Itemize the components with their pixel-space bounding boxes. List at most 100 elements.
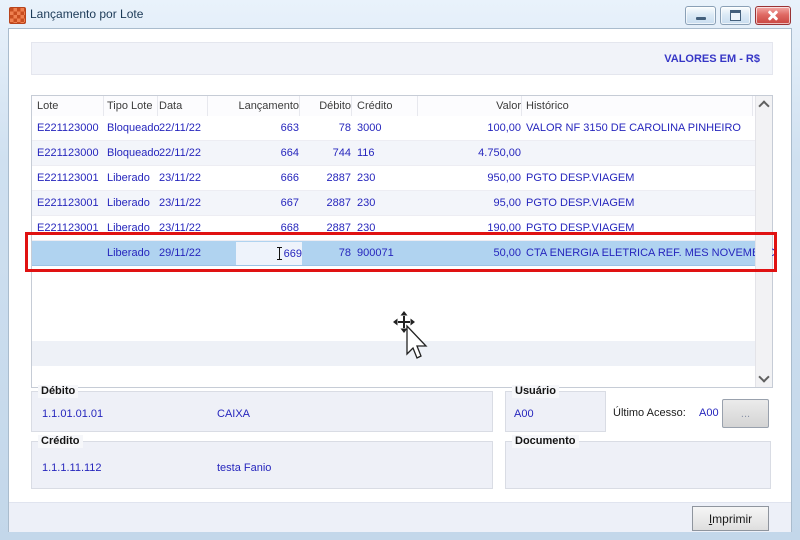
cell-debito: 744 [332, 147, 351, 159]
table-row[interactable]: E221123001 Liberado 23/11/22 666 2887 230 950,… [32, 166, 755, 191]
cell-valor: 190,00 [487, 222, 521, 234]
lancamento-edit-cell[interactable]: 669 [236, 242, 302, 265]
table-row[interactable]: E221123001 Liberado 23/11/22 668 2887 230 190,… [32, 216, 755, 241]
cell-data: 23/11/22 [159, 222, 202, 234]
cell-lote: E221123001 [37, 172, 99, 184]
column-header-tipo-lote[interactable]: Tipo Lote [107, 96, 158, 116]
cell-lancamento: 669 [283, 247, 302, 260]
column-header-lancamento[interactable]: Lançamento [209, 96, 300, 116]
column-header-credito[interactable]: Crédito [357, 96, 418, 116]
ultimo-acesso-label: Último Acesso: [613, 407, 686, 419]
usuario-value: A00 [514, 408, 534, 420]
table-row[interactable]: E221123001 Liberado 23/11/22 667 2887 230 95,0… [32, 191, 755, 216]
grid-header: Lote Tipo Lote Data Lançamento Débito Crédito… [32, 96, 755, 117]
cell-data: 22/11/22 [159, 147, 202, 159]
cell-historico [526, 141, 752, 166]
table-row[interactable]: E221123000 Bloqueado 22/11/22 664 744 116 4.75… [32, 141, 755, 166]
cell-valor: 95,00 [493, 197, 521, 209]
usuario-group: Usuário A00 [505, 385, 606, 432]
empty-row-stripe [32, 341, 755, 366]
cell-historico: CTA ENERGIA ELETRICA REF. MES NOVEMBRO [526, 247, 776, 259]
cell-lote: E221123000 [37, 147, 99, 159]
cell-historico: PGTO DESP.VIAGEM [526, 197, 635, 209]
cell-valor: 4.750,00 [478, 147, 521, 159]
cell-lote: E221123001 [37, 222, 99, 234]
maximize-button[interactable] [720, 6, 751, 25]
cell-data: 22/11/22 [159, 122, 202, 134]
column-header-lote[interactable]: Lote [37, 96, 104, 116]
cell-lote [37, 241, 103, 266]
cell-credito: 3000 [357, 122, 382, 134]
debito-account: 1.1.01.01.01 [42, 408, 104, 420]
cell-debito: 2887 [326, 222, 351, 234]
more-button[interactable]: ... [722, 399, 769, 428]
imprimir-button[interactable]: Imprimir [692, 506, 769, 531]
cell-data: 23/11/22 [159, 197, 202, 209]
credito-legend: Crédito [38, 435, 83, 448]
cell-debito: 2887 [326, 197, 351, 209]
scroll-down-button[interactable] [756, 370, 772, 387]
app-window-icon [9, 7, 26, 24]
ellipsis-icon: ... [740, 407, 751, 420]
minimize-button[interactable] [685, 6, 716, 25]
credito-group: Crédito 1.1.1.11.112 testa Fanio [31, 435, 493, 489]
cell-debito: 78 [338, 122, 351, 134]
cell-credito: 230 [357, 172, 376, 184]
lancamentos-grid: Lote Tipo Lote Data Lançamento Débito Crédito… [25, 95, 777, 388]
cell-historico: VALOR NF 3150 DE CAROLINA PINHEIRO [526, 122, 741, 134]
valores-label: VALORES EM - R$ [664, 52, 760, 65]
usuario-legend: Usuário [512, 385, 559, 398]
cell-valor: 950,00 [487, 172, 521, 184]
column-header-debito[interactable]: Débito [309, 96, 352, 116]
cell-lancamento: 663 [280, 122, 299, 134]
text-cursor-icon [275, 247, 283, 260]
maximize-icon [730, 10, 741, 21]
imprimir-label: Imprimir [708, 511, 753, 526]
valores-bar: VALORES EM - R$ [31, 42, 773, 75]
cell-tipo-lote: Liberado [107, 172, 150, 184]
cell-lancamento: 666 [280, 172, 299, 184]
credito-account-name: testa Fanio [217, 462, 272, 474]
cell-valor: 100,00 [487, 122, 521, 134]
close-button[interactable] [755, 6, 791, 25]
cell-debito: 78 [338, 247, 351, 259]
debito-account-name: CAIXA [217, 408, 251, 420]
window-controls [685, 6, 791, 25]
chevron-down-icon [758, 371, 770, 383]
cell-tipo-lote: Bloqueado [107, 122, 160, 134]
cell-lancamento: 664 [280, 147, 299, 159]
minimize-icon [695, 16, 706, 20]
cell-lote: E221123001 [37, 197, 99, 209]
cell-lote: E221123000 [37, 122, 99, 134]
ultimo-acesso-value: A00 [699, 407, 719, 419]
cell-credito: 230 [357, 222, 376, 234]
column-header-valor[interactable]: Valor [414, 96, 522, 116]
cell-lancamento: 667 [280, 197, 299, 209]
footer-bar [9, 502, 791, 532]
credito-account: 1.1.1.11.112 [42, 462, 102, 474]
cell-data: 23/11/22 [159, 172, 202, 184]
cell-historico: PGTO DESP.VIAGEM [526, 172, 635, 184]
chevron-up-icon [758, 100, 770, 112]
documento-legend: Documento [512, 435, 579, 448]
vertical-scrollbar[interactable] [755, 96, 772, 387]
cell-tipo-lote: Liberado [107, 247, 150, 259]
table-row[interactable]: Liberado 29/11/22 669 78 900071 50,00 CTA ENER… [32, 241, 776, 266]
table-row[interactable]: E221123000 Bloqueado 22/11/22 663 78 3000 100,… [32, 116, 755, 141]
documento-group: Documento [505, 435, 771, 489]
cell-tipo-lote: Liberado [107, 222, 150, 234]
cell-credito: 230 [357, 197, 376, 209]
cell-credito: 900071 [357, 247, 394, 259]
cell-data: 29/11/22 [159, 247, 202, 259]
scroll-up-button[interactable] [756, 96, 772, 113]
cell-tipo-lote: Bloqueado [107, 147, 160, 159]
cell-tipo-lote: Liberado [107, 197, 150, 209]
cell-lancamento: 668 [280, 222, 299, 234]
debito-group: Débito 1.1.01.01.01 CAIXA [31, 385, 493, 432]
window-title: Lançamento por Lote [30, 7, 144, 21]
cell-credito: 116 [357, 147, 375, 159]
column-header-historico[interactable]: Histórico [526, 96, 753, 116]
cell-valor: 50,00 [493, 247, 521, 259]
cell-debito: 2887 [326, 172, 351, 184]
column-header-data[interactable]: Data [159, 96, 208, 116]
